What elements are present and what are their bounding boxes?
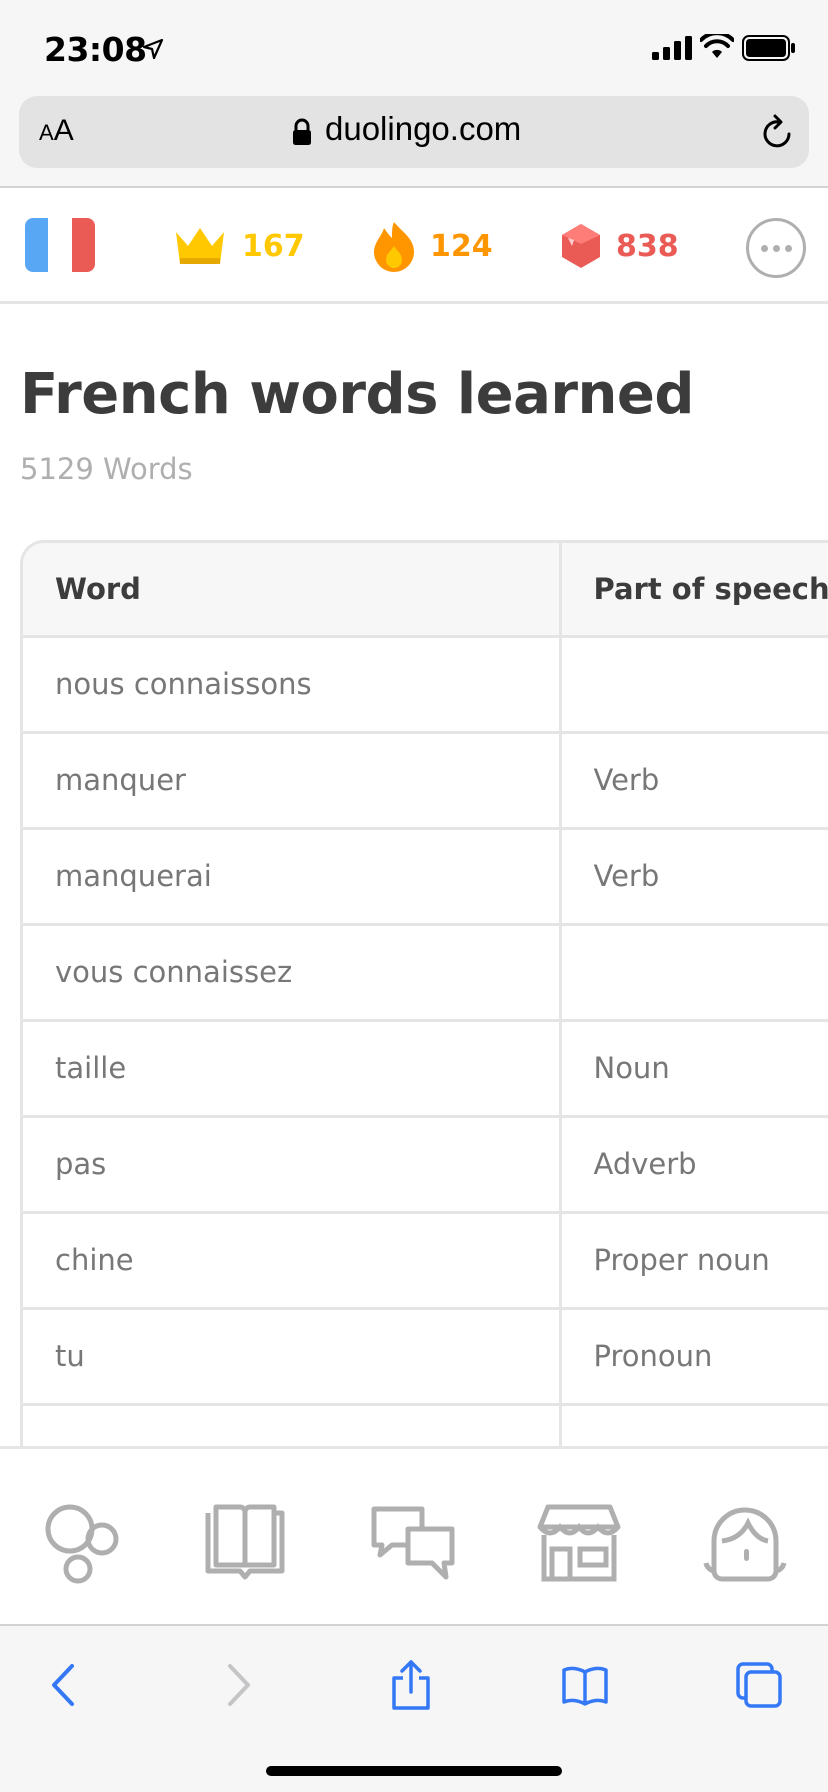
back-icon[interactable] <box>40 1660 90 1710</box>
pos-cell <box>560 924 828 1022</box>
pos-cell: Pronoun <box>560 1308 828 1406</box>
pos-cell: Verb <box>560 828 828 926</box>
pos-cell: Verb <box>560 732 828 830</box>
status-bar: 23:08 <box>0 0 828 92</box>
duolingo-header: 167 124 838 <box>0 188 828 304</box>
stories-tab[interactable] <box>200 1501 290 1585</box>
word-count: 5129 Words <box>20 452 193 486</box>
words-table: Word Part of speech nous connaissons man… <box>20 540 828 1446</box>
page-title: French words learned <box>20 362 694 427</box>
share-icon[interactable] <box>386 1660 436 1710</box>
word-cell: nous connaissons <box>23 636 562 734</box>
tabs-icon[interactable] <box>734 1660 784 1710</box>
streak-count: 124 <box>430 228 493 264</box>
profile-tab[interactable] <box>700 1501 790 1585</box>
word-cell: manquer <box>23 732 562 830</box>
browser-url-area: AA duolingo.com <box>0 92 828 188</box>
shop-tab[interactable] <box>534 1501 624 1585</box>
table-row: tu Pronoun <box>23 1308 828 1406</box>
url-text[interactable]: duolingo.com <box>325 110 521 148</box>
pos-cell: Noun <box>560 1020 828 1118</box>
home-indicator[interactable] <box>266 1766 562 1776</box>
wifi-icon <box>700 34 734 58</box>
pos-cell <box>560 636 828 734</box>
table-header-row: Word Part of speech <box>23 543 828 638</box>
fire-icon <box>374 222 414 272</box>
battery-icon <box>742 35 795 61</box>
gems-count: 838 <box>616 228 679 264</box>
crowns-counter[interactable]: 167 <box>172 222 305 270</box>
word-cell: vous connaissez <box>23 924 562 1022</box>
reader-settings-button[interactable]: AA <box>39 114 74 148</box>
pos-cell: Adverb <box>560 1116 828 1214</box>
discuss-tab[interactable] <box>368 1501 458 1585</box>
table-row <box>23 1404 828 1446</box>
word-cell: taille <box>23 1020 562 1118</box>
word-cell: manquerai <box>23 828 562 926</box>
more-icon[interactable] <box>746 218 806 278</box>
forward-icon[interactable] <box>212 1660 262 1710</box>
crowns-count: 167 <box>242 228 305 264</box>
duolingo-tab-bar <box>0 1446 828 1624</box>
gems-counter[interactable]: 838 <box>560 222 679 270</box>
table-row: vous connaissez <box>23 924 828 1022</box>
location-arrow-icon <box>142 38 164 60</box>
streak-counter[interactable]: 124 <box>372 222 493 272</box>
flag-icon[interactable] <box>25 218 95 272</box>
reload-icon[interactable] <box>759 112 795 152</box>
pos-cell: Proper noun <box>560 1212 828 1310</box>
bookmarks-icon[interactable] <box>560 1660 610 1710</box>
column-header-word[interactable]: Word <box>23 543 562 638</box>
table-row: nous connaissons <box>23 636 828 734</box>
column-header-part-of-speech[interactable]: Part of speech <box>560 543 828 638</box>
lock-icon <box>293 118 311 145</box>
table-row: pas Adverb <box>23 1116 828 1214</box>
table-row: taille Noun <box>23 1020 828 1118</box>
word-cell <box>23 1404 562 1446</box>
address-bar[interactable]: AA duolingo.com <box>19 96 809 168</box>
learn-tab[interactable] <box>36 1501 126 1585</box>
pos-cell <box>560 1404 828 1446</box>
table-row: manquerai Verb <box>23 828 828 926</box>
status-time: 23:08 <box>44 30 147 69</box>
table-row: manquer Verb <box>23 732 828 830</box>
word-cell: tu <box>23 1308 562 1406</box>
gem-icon <box>562 224 600 268</box>
signal-icon <box>652 36 692 60</box>
browser-toolbar <box>0 1624 828 1792</box>
word-cell: chine <box>23 1212 562 1310</box>
table-row: chine Proper noun <box>23 1212 828 1310</box>
word-cell: pas <box>23 1116 562 1214</box>
crown-icon <box>176 228 224 264</box>
